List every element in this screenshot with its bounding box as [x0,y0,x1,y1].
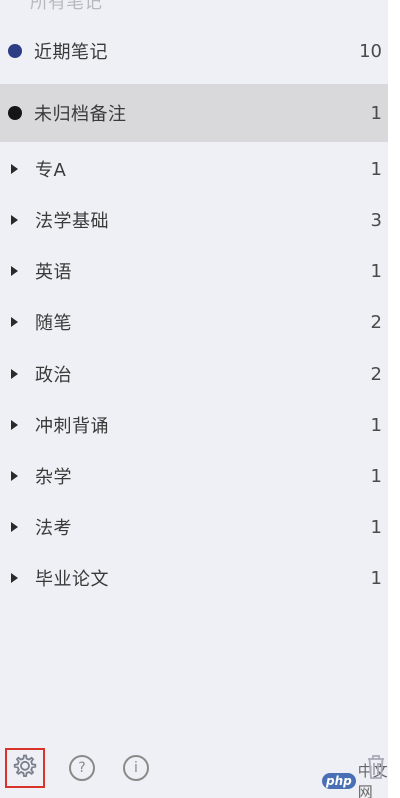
recent-notes-label: 近期笔记 [34,42,108,63]
notebook-item[interactable]: 英语 1 [0,246,388,296]
disclosure-triangle-icon[interactable] [11,317,18,327]
settings-button[interactable] [5,748,45,788]
unfiled-notes-label: 未归档备注 [34,104,127,125]
notebook-label: 政治 [35,365,72,386]
info-button[interactable]: i [120,752,152,784]
recent-notes-item[interactable]: 近期笔记 10 [0,26,388,76]
notebook-count: 1 [370,516,382,538]
disclosure-triangle-icon[interactable] [11,471,18,481]
unfiled-notes-count: 1 [370,102,382,124]
notes-sidebar: 所有笔记 近期笔记 10 未归档备注 1 专A 1 法学基础 3 英语 1 随笔… [0,0,388,798]
info-circle-icon: i [123,755,149,781]
bottom-toolbar: ? i php 中文网 [0,744,388,798]
disclosure-triangle-icon[interactable] [11,522,18,532]
notebook-label: 杂学 [35,467,72,488]
notebook-count: 2 [370,363,382,385]
unfiled-notes-item[interactable]: 未归档备注 1 [0,84,388,142]
all-notes-label: 所有笔记 [30,0,102,13]
disclosure-triangle-icon[interactable] [11,164,18,174]
navy-dot-icon [8,44,22,58]
notebook-item[interactable]: 随笔 2 [0,297,388,347]
scrollbar[interactable] [388,0,400,798]
notebook-item[interactable]: 政治 2 [0,349,388,399]
notebook-item[interactable]: 法学基础 3 [0,195,388,245]
trash-button[interactable] [364,750,388,786]
disclosure-triangle-icon[interactable] [11,215,18,225]
notebook-label: 毕业论文 [35,569,109,590]
recent-notes-count: 10 [359,40,382,62]
notebook-count: 2 [370,311,382,333]
notebook-count: 1 [370,567,382,589]
help-button[interactable]: ? [66,752,98,784]
disclosure-triangle-icon[interactable] [11,369,18,379]
notebook-count: 1 [370,158,382,180]
disclosure-triangle-icon[interactable] [11,420,18,430]
notebook-label: 法考 [35,518,72,539]
notebook-count: 3 [370,209,382,231]
notebook-label: 冲刺背诵 [35,416,109,437]
black-dot-icon [8,106,22,120]
trash-icon [365,751,387,785]
notebook-item[interactable]: 法考 1 [0,502,388,552]
notebook-count: 1 [370,260,382,282]
notebook-label: 英语 [35,262,72,283]
notebook-item[interactable]: 毕业论文 1 [0,553,388,603]
notebook-item[interactable]: 专A 1 [0,144,388,194]
notebook-count: 1 [370,465,382,487]
notebook-item[interactable]: 杂学 1 [0,451,388,501]
notebook-label: 法学基础 [35,211,109,232]
watermark-badge: php [322,773,356,789]
notebook-label: 专A [35,160,67,181]
disclosure-triangle-icon[interactable] [11,266,18,276]
all-notes-item-cut[interactable]: 所有笔记 [30,0,102,13]
gear-icon [11,752,39,784]
question-circle-icon: ? [69,755,95,781]
disclosure-triangle-icon[interactable] [11,573,18,583]
notebook-label: 随笔 [35,313,72,334]
notebook-item[interactable]: 冲刺背诵 1 [0,400,388,450]
notebook-count: 1 [370,414,382,436]
